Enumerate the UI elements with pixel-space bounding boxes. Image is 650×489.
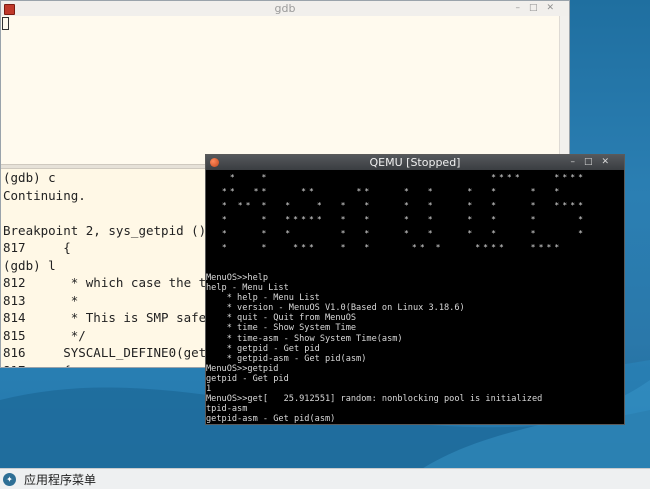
qemu-terminal-output: MenuOS>>help help - Menu List * help - Me… — [206, 273, 624, 424]
ascii-logo-row: * ** * * * * * * * * * * **** — [214, 201, 587, 210]
minimize-icon[interactable]: – — [515, 3, 529, 13]
qemu-terminal-line: * quit - Quit from MenuOS — [206, 313, 357, 324]
window-controls[interactable]: –□✕ — [570, 157, 618, 167]
close-icon[interactable]: ✕ — [601, 157, 618, 167]
qemu-window-title: QEMU [Stopped] — [369, 156, 461, 169]
gdb-titlebar[interactable]: gdb –□✕ — [1, 1, 569, 17]
qemu-terminal-line: MenuOS>>help — [206, 273, 269, 283]
qemu-terminal-line: * time - Show System Time — [206, 323, 357, 334]
qemu-terminal-line: * version - MenuOS V1.0(Based on Linux 3… — [206, 303, 465, 314]
menuos-ascii-logo: * * **** **** ** ** ** ** * * * * * * * … — [214, 174, 614, 269]
qemu-terminal-line: * help - Menu List — [206, 293, 320, 304]
qemu-terminal-line: 1 — [206, 384, 212, 395]
gdb-window-title: gdb — [274, 2, 296, 15]
qemu-terminal-line: MenuOS>>get[ 25.912551] random: nonblock… — [206, 394, 543, 405]
qemu-terminal-line: getpid-asm - Get pid(asm) — [206, 414, 336, 424]
taskbar: ✦ 应用程序菜单 — [0, 468, 650, 489]
qemu-terminal-line: * time-asm - Show System Time(asm) — [206, 333, 403, 344]
ascii-logo-row: * * ***** * * * * * * * * — [214, 215, 587, 224]
qemu-titlebar[interactable]: QEMU [Stopped] –□✕ — [206, 155, 624, 170]
window-controls[interactable]: –□✕ — [515, 3, 563, 13]
qemu-terminal-line: getpid - Get pid — [206, 373, 289, 384]
qemu-terminal-line: tpid-asm — [206, 404, 248, 415]
qemu-terminal-line: help - Menu List — [206, 283, 289, 294]
close-icon[interactable]: ✕ — [546, 3, 563, 13]
applications-menu-button[interactable]: ✦ 应用程序菜单 — [3, 470, 96, 488]
applications-menu-icon: ✦ — [3, 472, 16, 486]
maximize-icon[interactable]: □ — [584, 157, 602, 167]
qemu-terminal-line: MenuOS>>getpid — [206, 363, 279, 374]
applications-menu-label: 应用程序菜单 — [24, 472, 97, 487]
gdb-source-pane[interactable] — [1, 16, 559, 164]
ascii-logo-row: ** ** ** ** * * * * * * — [214, 187, 563, 196]
ascii-logo-row: * * * * * * * * * * * — [214, 229, 587, 238]
maximize-icon[interactable]: □ — [529, 3, 547, 13]
ascii-logo-row: * * *** * * ** * **** **** — [214, 243, 563, 252]
minimize-icon[interactable]: – — [570, 157, 584, 167]
qemu-terminal-line: * getpid - Get pid — [206, 343, 320, 354]
text-cursor — [2, 17, 9, 30]
qemu-screen[interactable]: * * **** **** ** ** ** ** * * * * * * * … — [206, 170, 624, 424]
qemu-window[interactable]: QEMU [Stopped] –□✕ * * **** **** ** ** *… — [205, 154, 625, 425]
qemu-terminal-line: * getpid-asm - Get pid(asm) — [206, 353, 367, 364]
ascii-logo-row: * * **** **** — [214, 173, 587, 182]
